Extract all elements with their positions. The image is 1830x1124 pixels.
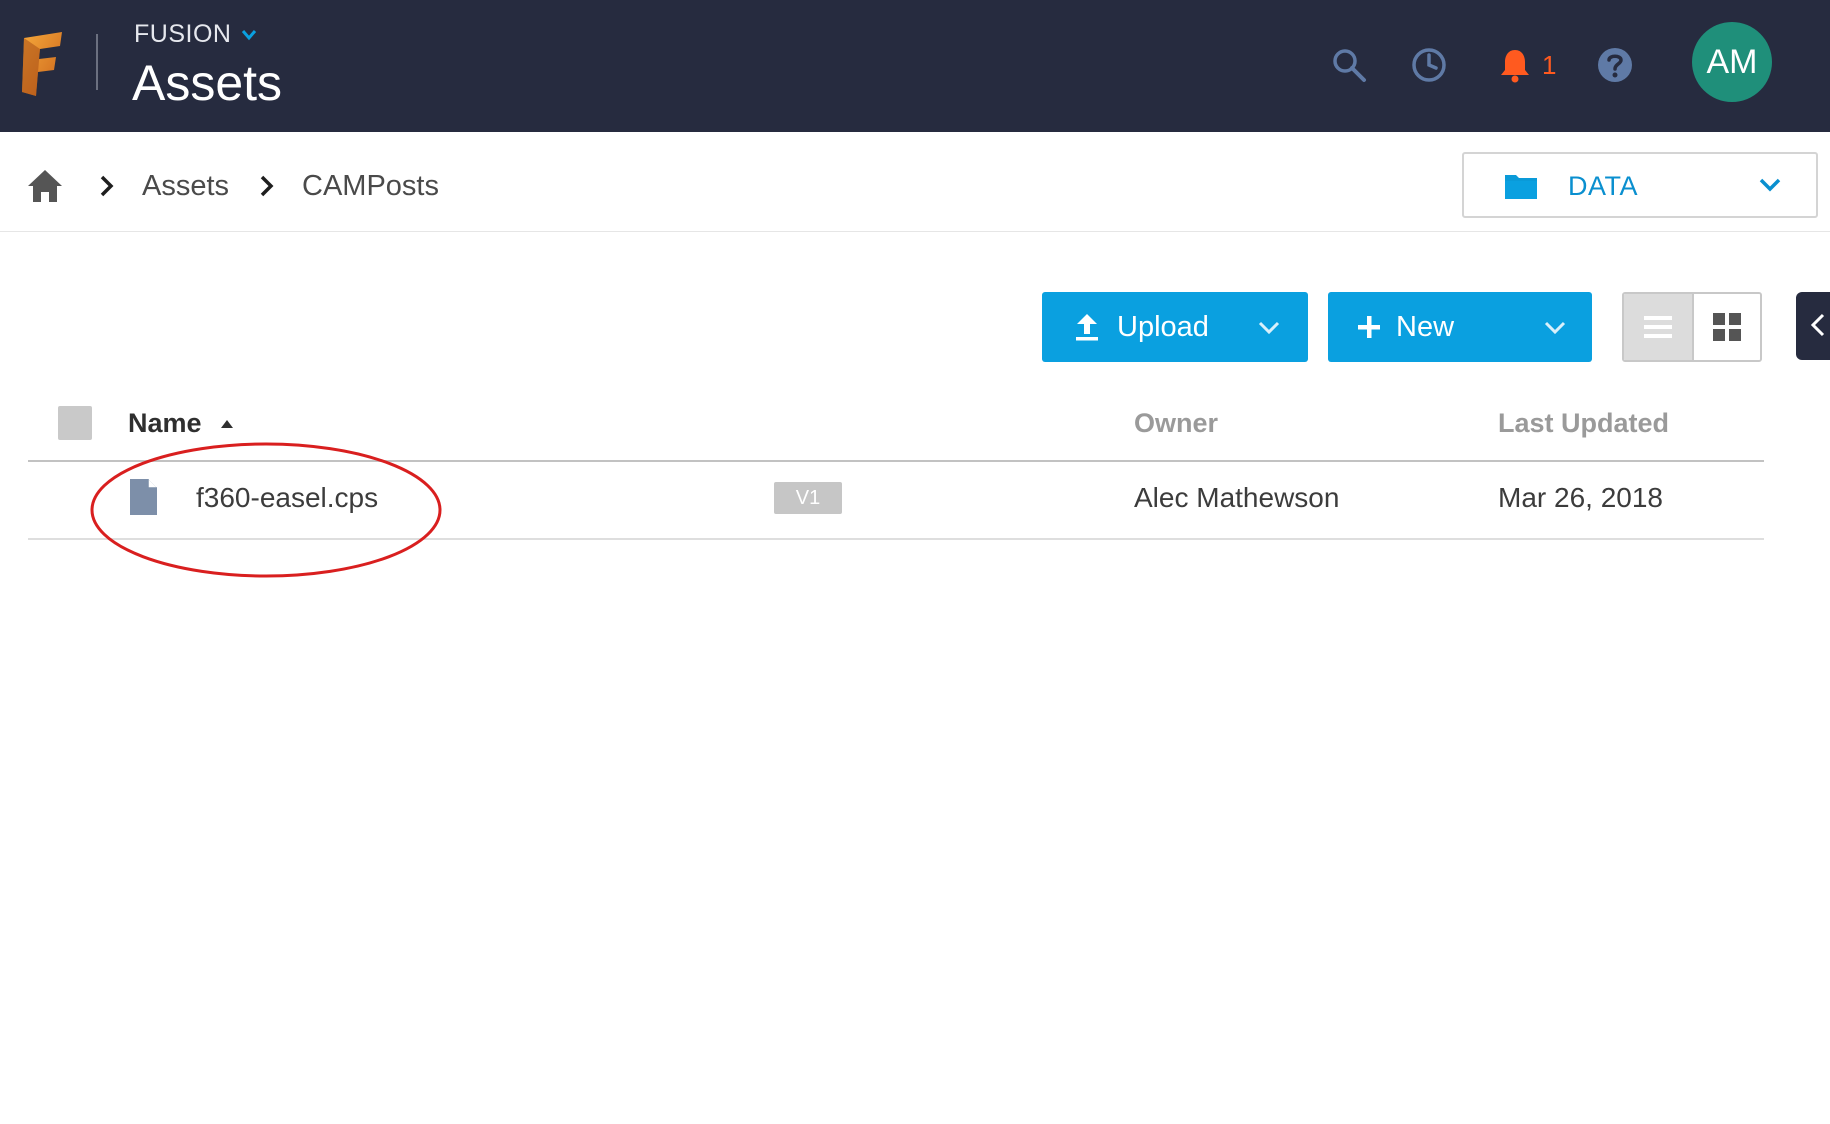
new-button-label: New: [1396, 311, 1455, 343]
history-icon: [1412, 48, 1446, 82]
chevron-down-icon[interactable]: [1544, 321, 1566, 335]
upload-button[interactable]: Upload: [1042, 292, 1308, 362]
bell-icon: [1501, 50, 1529, 83]
home-icon[interactable]: [26, 168, 64, 204]
version-badge[interactable]: V1: [774, 482, 842, 514]
folder-icon: [1505, 175, 1537, 199]
file-icon: [130, 479, 157, 515]
plus-icon: [1358, 316, 1380, 338]
table-row[interactable]: f360-easel.cps V1 Alec Mathewson Mar 26,…: [28, 462, 1764, 540]
breadcrumb: Assets CAMPosts DATA: [0, 132, 1830, 232]
column-header-owner[interactable]: Owner: [1134, 408, 1218, 439]
app-header: FUSION Assets 1 AM: [0, 0, 1830, 132]
file-name[interactable]: f360-easel.cps: [196, 482, 378, 514]
new-button[interactable]: New: [1328, 292, 1592, 362]
grid-view-button[interactable]: [1694, 294, 1760, 360]
page-title: Assets: [132, 55, 283, 111]
list-view-button[interactable]: [1624, 294, 1694, 360]
sort-ascending-icon: [220, 419, 233, 428]
file-last-updated: Mar 26, 2018: [1498, 482, 1663, 513]
grid-view-icon: [1713, 313, 1741, 341]
data-dropdown-label: DATA: [1568, 171, 1639, 201]
chevron-down-icon: [1759, 178, 1781, 192]
user-avatar[interactable]: AM: [1692, 22, 1772, 102]
file-table: Name Owner Last Updated f360-easel.cps V…: [28, 396, 1764, 540]
file-owner: Alec Mathewson: [1134, 482, 1340, 513]
select-all-checkbox[interactable]: [58, 406, 92, 440]
chevron-right-icon: [260, 175, 274, 197]
header-divider: [96, 34, 98, 90]
view-mode-toggle: [1622, 292, 1762, 362]
column-name-label: Name: [128, 408, 202, 438]
history-button[interactable]: [1410, 46, 1448, 84]
chevron-left-icon: [1810, 313, 1825, 337]
data-panel-dropdown[interactable]: DATA: [1462, 152, 1818, 218]
chevron-down-icon[interactable]: [1258, 321, 1280, 335]
collapse-panel-tab[interactable]: [1796, 292, 1830, 360]
breadcrumb-item-assets[interactable]: Assets: [142, 170, 229, 203]
search-icon: [1333, 49, 1366, 82]
chevron-down-icon: [242, 29, 257, 40]
search-button[interactable]: [1330, 46, 1368, 84]
table-header: Name Owner Last Updated: [28, 396, 1764, 462]
notifications-button[interactable]: 1: [1496, 46, 1576, 84]
column-header-name[interactable]: Name: [128, 408, 234, 439]
chevron-right-icon: [100, 175, 114, 197]
fusion-logo-icon[interactable]: [20, 32, 66, 96]
breadcrumb-item-camposts[interactable]: CAMPosts: [302, 170, 439, 203]
column-header-last-updated[interactable]: Last Updated: [1498, 408, 1669, 439]
list-view-icon: [1644, 316, 1672, 338]
help-icon: [1598, 48, 1632, 82]
app-switcher[interactable]: FUSION: [134, 20, 257, 49]
upload-icon: [1076, 314, 1098, 341]
notification-count: 1: [1542, 49, 1557, 80]
help-button[interactable]: [1596, 46, 1634, 84]
app-name-label: FUSION: [134, 20, 232, 48]
upload-button-label: Upload: [1117, 311, 1209, 343]
